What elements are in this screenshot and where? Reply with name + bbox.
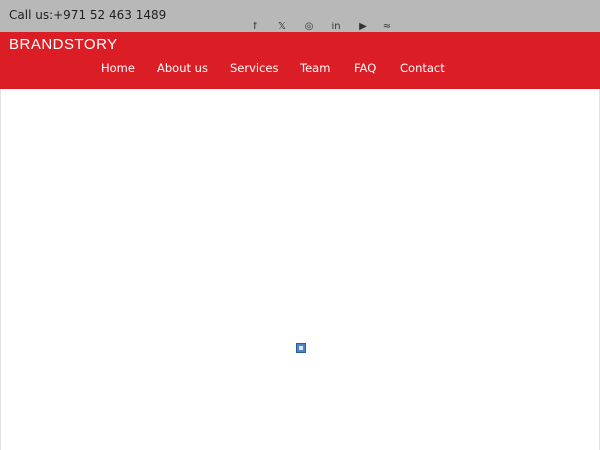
social-icons: f 𝕏 ◎ in ▶ ≈ (248, 22, 398, 32)
instagram-icon[interactable]: ◎ (302, 22, 316, 32)
twitter-icon[interactable]: 𝕏 (275, 22, 289, 32)
linkedin-icon[interactable]: in (329, 22, 343, 32)
facebook-icon[interactable]: f (248, 22, 262, 32)
rss-icon[interactable]: ≈ (380, 22, 394, 32)
brand-logo[interactable]: BRANDSTORY (9, 36, 118, 53)
top-bar: Call us:+971 52 463 1489 f 𝕏 ◎ in ▶ ≈ (0, 0, 600, 32)
youtube-icon[interactable]: ▶ (356, 22, 370, 32)
nav-team[interactable]: Team (300, 61, 330, 75)
main-navbar: BRANDSTORY Home About us Services Team F… (0, 32, 600, 89)
nav-about-us[interactable]: About us (157, 61, 208, 75)
nav-services[interactable]: Services (230, 61, 279, 75)
broken-image-icon (296, 343, 306, 353)
phone-number: Call us:+971 52 463 1489 (9, 8, 167, 22)
page-content (0, 89, 600, 450)
nav-contact[interactable]: Contact (400, 61, 445, 75)
nav-faq[interactable]: FAQ (354, 61, 376, 75)
nav-home[interactable]: Home (101, 61, 135, 75)
